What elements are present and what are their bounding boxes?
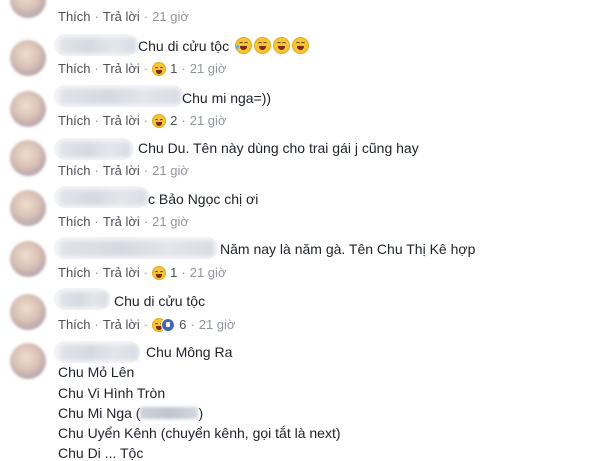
comment-bubble: [54, 237, 218, 259]
avatar[interactable]: [10, 91, 46, 127]
haha-reaction-icon[interactable]: [152, 61, 167, 76]
author-name-blurred[interactable]: [60, 292, 108, 307]
reaction-count[interactable]: 2: [170, 113, 177, 128]
comment-text-line: Chu Mỏ Lên: [58, 364, 135, 380]
like-link[interactable]: Thích: [58, 265, 91, 280]
comment-actions: Thích · Trả lời · 21 giờ: [58, 214, 189, 230]
comment-text: Chu di cửu tộc: [138, 37, 309, 54]
comment-text-line: Chu Mi Nga (): [58, 405, 204, 421]
reaction-count[interactable]: 1: [170, 61, 177, 76]
comment-bubble: [54, 186, 150, 208]
like-link[interactable]: Thích: [58, 9, 91, 24]
comment-text-line: Chu Uyển Kênh (chuyển kênh, gọi tắt là n…: [58, 425, 341, 441]
blurred-text: [140, 407, 199, 419]
author-name-blurred[interactable]: [60, 241, 214, 256]
reaction-count[interactable]: 1: [170, 265, 177, 280]
haha-reaction-icon[interactable]: [152, 113, 167, 128]
reply-link[interactable]: Trả lời: [103, 9, 140, 24]
avatar[interactable]: [10, 294, 46, 330]
like-reaction-icon[interactable]: [161, 317, 176, 332]
comment-actions: Thích · Trả lời · 21 giờ: [58, 9, 189, 25]
author-name-blurred[interactable]: [60, 38, 136, 53]
reply-link[interactable]: Trả lời: [103, 61, 140, 76]
reply-link[interactable]: Trả lời: [103, 317, 140, 332]
like-link[interactable]: Thích: [58, 214, 91, 229]
reply-link[interactable]: Trả lời: [103, 214, 140, 229]
laughing-emoji-icon: [234, 37, 252, 54]
timestamp[interactable]: 21 giờ: [190, 113, 227, 128]
avatar[interactable]: [10, 140, 46, 176]
comment-text-line: Chu Di ... Tộc: [58, 445, 144, 461]
author-name-blurred[interactable]: [60, 190, 146, 205]
author-name-blurred[interactable]: [60, 142, 130, 157]
comment-actions: Thích · Trả lời · 2 · 21 giờ: [58, 113, 227, 129]
comment-bubble: [54, 34, 138, 56]
comment-thread: { "labels": { "like": "Thích", "reply": …: [0, 0, 600, 461]
comment-actions: Thích · Trả lời · 21 giờ: [58, 163, 189, 179]
timestamp[interactable]: 21 giờ: [152, 214, 189, 229]
comment-text: Chu di cửu tộc: [114, 293, 206, 309]
comment-bubble: [54, 85, 184, 107]
comment-actions: Thích · Trả lời · 6 · 21 giờ: [58, 317, 236, 333]
reply-link[interactable]: Trả lời: [103, 113, 140, 128]
reply-link[interactable]: Trả lời: [103, 265, 140, 280]
avatar[interactable]: [10, 241, 46, 277]
haha-reaction-icon[interactable]: [152, 265, 167, 280]
avatar[interactable]: [10, 40, 46, 76]
laughing-emoji-icon: [272, 37, 290, 54]
comment-text: Chu mi nga=)): [182, 90, 272, 106]
comment-text-line: Chu Vi Hình Tròn: [58, 385, 166, 401]
author-name-blurred[interactable]: [60, 345, 138, 360]
avatar[interactable]: [10, 343, 46, 379]
comment-bubble: [54, 341, 140, 363]
comment-actions: Thích · Trả lời · 1 · 21 giờ: [58, 265, 227, 281]
comment-text: Năm nay là năm gà. Tên Chu Thị Kê hợp: [220, 241, 476, 257]
laughing-emoji-icon: [291, 37, 309, 54]
comment-bubble: [54, 288, 110, 310]
comment-text: Chu Mông Ra: [146, 344, 233, 360]
comment-text: c Bảo Ngọc chị ơi: [148, 191, 259, 207]
laughing-emoji-icon: [253, 37, 271, 54]
like-link[interactable]: Thích: [58, 113, 91, 128]
like-link[interactable]: Thích: [58, 61, 91, 76]
comment-text: Chu Du. Tên này dùng cho trai gái j cũng…: [138, 140, 419, 156]
author-name-blurred[interactable]: [60, 89, 180, 104]
comment-bubble: [54, 138, 134, 160]
timestamp[interactable]: 21 giờ: [190, 265, 227, 280]
avatar[interactable]: [10, 190, 46, 226]
timestamp[interactable]: 21 giờ: [152, 9, 189, 24]
reply-link[interactable]: Trả lời: [103, 163, 140, 178]
like-link[interactable]: Thích: [58, 163, 91, 178]
avatar[interactable]: [10, 0, 46, 18]
timestamp[interactable]: 21 giờ: [190, 61, 227, 76]
like-link[interactable]: Thích: [58, 317, 91, 332]
comment-actions: Thích · Trả lời · 1 · 21 giờ: [58, 61, 227, 77]
timestamp[interactable]: 21 giờ: [199, 317, 236, 332]
reaction-count[interactable]: 6: [179, 317, 186, 332]
timestamp[interactable]: 21 giờ: [152, 163, 189, 178]
